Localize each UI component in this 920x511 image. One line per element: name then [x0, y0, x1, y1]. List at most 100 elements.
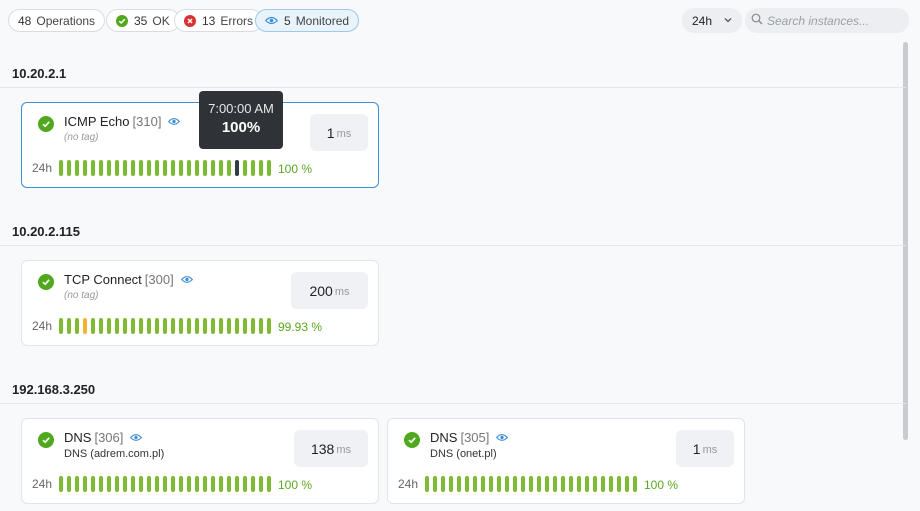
history-bar[interactable]: [425, 476, 429, 492]
history-bar[interactable]: [83, 318, 87, 334]
history-bar[interactable]: [235, 318, 239, 334]
history-bar[interactable]: [155, 318, 159, 334]
history-bar[interactable]: [179, 160, 183, 176]
history-bar[interactable]: [259, 318, 263, 334]
history-bar[interactable]: [243, 318, 247, 334]
history-bar[interactable]: [115, 318, 119, 334]
history-bar[interactable]: [227, 160, 231, 176]
filter-monitored[interactable]: 5 Monitored: [255, 9, 360, 32]
history-bar[interactable]: [585, 476, 589, 492]
history-bar[interactable]: [91, 160, 95, 176]
history-bar[interactable]: [219, 160, 223, 176]
history-bar[interactable]: [625, 476, 629, 492]
search-input[interactable]: [767, 13, 897, 28]
history-bar[interactable]: [107, 160, 111, 176]
history-bar[interactable]: [59, 160, 63, 176]
history-bar[interactable]: [147, 476, 151, 492]
history-bar[interactable]: [147, 318, 151, 334]
history-bar[interactable]: [163, 318, 167, 334]
history-bar[interactable]: [601, 476, 605, 492]
history-bar[interactable]: [617, 476, 621, 492]
history-bar[interactable]: [195, 476, 199, 492]
history-bar[interactable]: [67, 160, 71, 176]
history-bar[interactable]: [449, 476, 453, 492]
filter-operations[interactable]: 48 Operations: [8, 9, 106, 32]
instance-card[interactable]: DNS [305] DNS (onet.pl) 1 ms 24h 100 %: [387, 418, 745, 504]
history-bar[interactable]: [211, 160, 215, 176]
history-bar[interactable]: [609, 476, 613, 492]
history-bar[interactable]: [187, 318, 191, 334]
history-bar[interactable]: [505, 476, 509, 492]
history-bar[interactable]: [545, 476, 549, 492]
history-bar[interactable]: [91, 318, 95, 334]
instance-card[interactable]: TCP Connect [300] (no tag) 200 ms 24h 99…: [21, 260, 379, 346]
history-bar[interactable]: [211, 318, 215, 334]
history-bar[interactable]: [99, 160, 103, 176]
history-bar[interactable]: [243, 476, 247, 492]
history-bar[interactable]: [227, 318, 231, 334]
history-bar[interactable]: [163, 160, 167, 176]
history-bar[interactable]: [529, 476, 533, 492]
history-bar[interactable]: [227, 476, 231, 492]
history-bar[interactable]: [171, 476, 175, 492]
history-bar[interactable]: [537, 476, 541, 492]
scrollbar-thumb[interactable]: [903, 42, 908, 440]
history-bar[interactable]: [147, 160, 151, 176]
history-bar[interactable]: [465, 476, 469, 492]
time-range-select[interactable]: 24h: [682, 8, 742, 33]
history-bar[interactable]: [569, 476, 573, 492]
history-bar[interactable]: [187, 160, 191, 176]
history-bar[interactable]: [59, 318, 63, 334]
history-bar[interactable]: [235, 160, 239, 176]
history-bar[interactable]: [593, 476, 597, 492]
history-bar[interactable]: [211, 476, 215, 492]
history-bar[interactable]: [67, 318, 71, 334]
history-bar[interactable]: [179, 476, 183, 492]
filter-ok[interactable]: 35 OK: [106, 9, 180, 32]
history-bar[interactable]: [171, 160, 175, 176]
history-bar[interactable]: [115, 476, 119, 492]
search-box[interactable]: [745, 8, 909, 33]
history-bar[interactable]: [139, 476, 143, 492]
history-bar[interactable]: [59, 476, 63, 492]
history-bar[interactable]: [267, 318, 271, 334]
history-bar[interactable]: [67, 476, 71, 492]
history-bar[interactable]: [107, 318, 111, 334]
history-bar[interactable]: [99, 318, 103, 334]
history-bar[interactable]: [91, 476, 95, 492]
history-bar[interactable]: [83, 476, 87, 492]
history-bar[interactable]: [219, 318, 223, 334]
history-bar[interactable]: [203, 318, 207, 334]
history-bar[interactable]: [163, 476, 167, 492]
history-bar[interactable]: [513, 476, 517, 492]
history-bar[interactable]: [251, 160, 255, 176]
instance-card[interactable]: DNS [306] DNS (adrem.com.pl) 138 ms 24h …: [21, 418, 379, 504]
history-bar[interactable]: [131, 160, 135, 176]
history-bar[interactable]: [259, 476, 263, 492]
history-bar[interactable]: [99, 476, 103, 492]
history-bar[interactable]: [577, 476, 581, 492]
history-bar[interactable]: [553, 476, 557, 492]
history-bar[interactable]: [235, 476, 239, 492]
history-bar[interactable]: [521, 476, 525, 492]
filter-errors[interactable]: 13 Errors: [174, 9, 264, 32]
history-bar[interactable]: [115, 160, 119, 176]
history-bar[interactable]: [219, 476, 223, 492]
history-bar[interactable]: [441, 476, 445, 492]
history-bar[interactable]: [75, 476, 79, 492]
history-bar[interactable]: [473, 476, 477, 492]
history-bar[interactable]: [195, 160, 199, 176]
history-bar[interactable]: [123, 318, 127, 334]
history-bar[interactable]: [267, 160, 271, 176]
history-bar[interactable]: [195, 318, 199, 334]
history-bar[interactable]: [131, 476, 135, 492]
history-bar[interactable]: [155, 160, 159, 176]
history-bar[interactable]: [481, 476, 485, 492]
history-bar[interactable]: [203, 476, 207, 492]
history-bar[interactable]: [457, 476, 461, 492]
history-bar[interactable]: [251, 318, 255, 334]
history-bar[interactable]: [83, 160, 87, 176]
history-bar[interactable]: [259, 160, 263, 176]
history-bar[interactable]: [267, 476, 271, 492]
history-bar[interactable]: [187, 476, 191, 492]
